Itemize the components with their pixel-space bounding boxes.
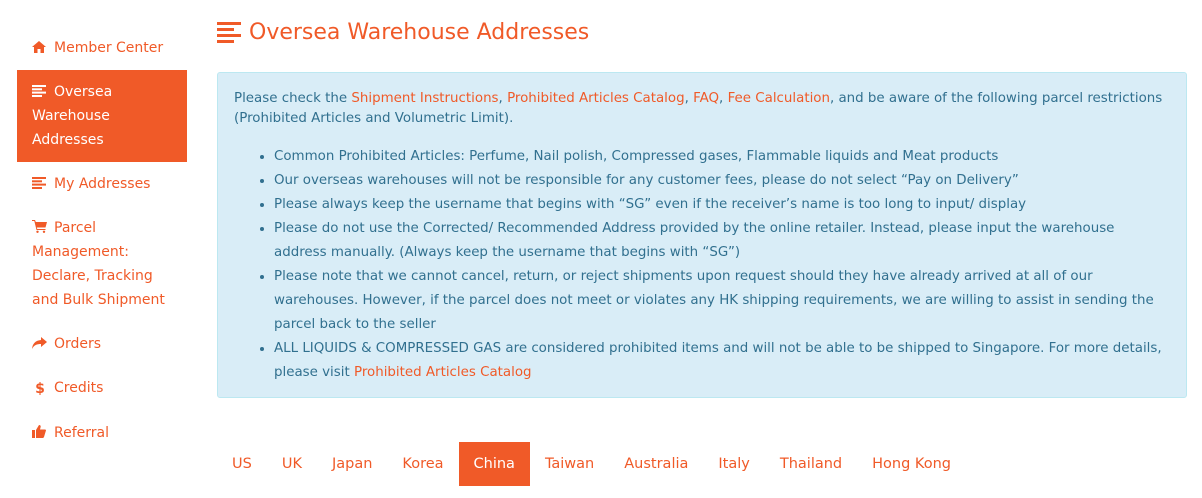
tab-thailand[interactable]: Thailand [765, 442, 857, 486]
list-icon [217, 21, 241, 43]
notice-box: Please check the Shipment Instructions, … [217, 72, 1187, 398]
list-icon [32, 85, 48, 97]
list-item: Please note that we cannot cancel, retur… [274, 265, 1170, 337]
sidebar-item-orders[interactable]: Orders [17, 322, 187, 366]
dollar-icon: $ [35, 381, 45, 397]
page-title-text: Oversea Warehouse Addresses [249, 19, 590, 45]
sidebar-item-label: Orders [54, 336, 102, 352]
sidebar-item-label: Parcel Management: Declare, Tracking and… [32, 220, 165, 308]
prohibited-articles-link[interactable]: Prohibited Articles Catalog [354, 365, 532, 380]
list-item: Our overseas warehouses will not be resp… [274, 169, 1170, 193]
sidebar-item-referral[interactable]: Referral [17, 411, 187, 455]
country-tabs: US UK Japan Korea China Taiwan Australia… [217, 442, 966, 486]
cart-icon [32, 220, 48, 233]
shipment-instructions-link[interactable]: Shipment Instructions [351, 91, 498, 106]
tab-australia[interactable]: Australia [609, 442, 703, 486]
sidebar-item-label: Credits [54, 380, 104, 396]
tab-japan[interactable]: Japan [317, 442, 387, 486]
notice-intro: Please check the Shipment Instructions, … [234, 89, 1170, 129]
list-item: Common Prohibited Articles: Perfume, Nai… [274, 145, 1170, 169]
share-icon [32, 337, 48, 349]
sidebar-item-oversea-warehouse-addresses[interactable]: Oversea Warehouse Addresses [17, 70, 187, 162]
list-item: Please do not use the Corrected/ Recomme… [274, 217, 1170, 265]
home-icon [32, 41, 48, 53]
tab-us[interactable]: US [217, 442, 267, 486]
sidebar: Member Center Oversea Warehouse Addresse… [17, 26, 187, 455]
tab-hong-kong[interactable]: Hong Kong [857, 442, 966, 486]
tab-uk[interactable]: UK [267, 442, 317, 486]
prohibited-articles-link[interactable]: Prohibited Articles Catalog [507, 91, 685, 106]
tab-taiwan[interactable]: Taiwan [530, 442, 609, 486]
fee-calculation-link[interactable]: Fee Calculation [728, 91, 830, 106]
tab-italy[interactable]: Italy [703, 442, 764, 486]
sidebar-item-member-center[interactable]: Member Center [17, 26, 187, 70]
list-item: Please always keep the username that beg… [274, 193, 1170, 217]
list-icon [32, 177, 48, 189]
notice-separator: , [684, 91, 694, 106]
sidebar-item-credits[interactable]: $ Credits [17, 366, 187, 411]
notice-intro-text: Please check the [234, 91, 352, 106]
list-item: ALL LIQUIDS & COMPRESSED GAS are conside… [274, 337, 1170, 385]
sidebar-item-label: Member Center [54, 40, 164, 56]
tab-korea[interactable]: Korea [387, 442, 458, 486]
sidebar-item-label: My Addresses [54, 176, 151, 192]
thumbs-up-icon [32, 425, 48, 438]
sidebar-item-parcel-management[interactable]: Parcel Management: Declare, Tracking and… [17, 206, 187, 322]
page-title: Oversea Warehouse Addresses [217, 15, 589, 49]
tab-china[interactable]: China [458, 442, 530, 486]
notice-separator: , [719, 91, 728, 106]
sidebar-item-my-addresses[interactable]: My Addresses [17, 162, 187, 206]
sidebar-item-label: Referral [54, 425, 109, 441]
notice-separator: , [498, 91, 508, 106]
restrictions-list: Common Prohibited Articles: Perfume, Nai… [234, 145, 1170, 385]
faq-link[interactable]: FAQ [693, 91, 719, 106]
